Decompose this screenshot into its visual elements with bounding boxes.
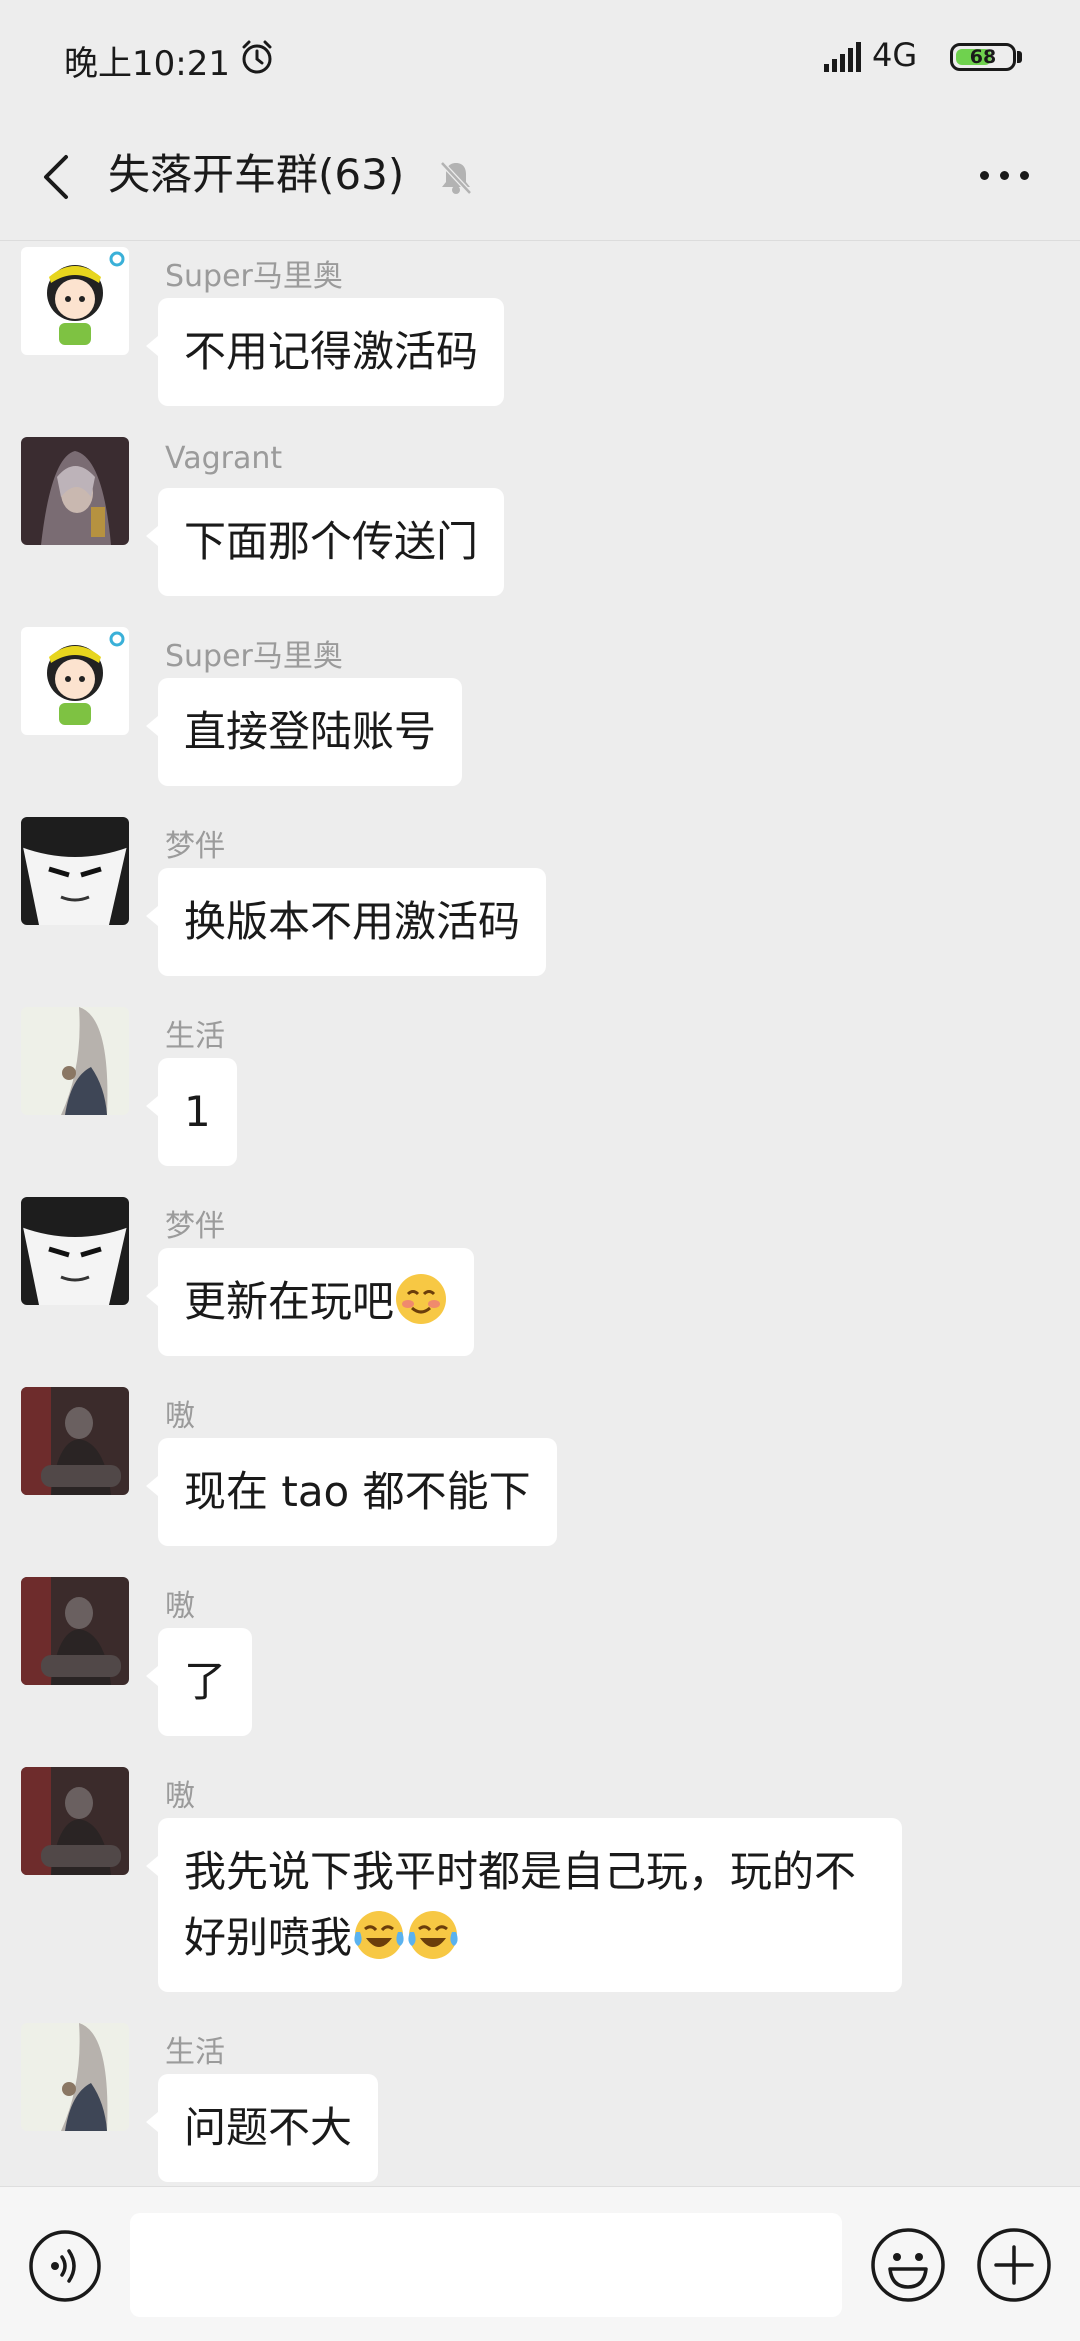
- sender-name: Vagrant: [165, 441, 283, 476]
- message-bubble[interactable]: 更新在玩吧: [145, 1248, 475, 1356]
- avatar[interactable]: [21, 1577, 129, 1685]
- muted-bell-icon: [440, 161, 472, 195]
- message-bubble[interactable]: 现在 tao 都不能下: [146, 1438, 557, 1546]
- avatar[interactable]: [21, 1007, 129, 1115]
- sender-name: 嗷: [165, 1779, 195, 1814]
- message-bubble[interactable]: 不用记得激活码: [145, 298, 505, 406]
- more-dot: [1020, 171, 1029, 180]
- sender-name: 梦伴: [165, 829, 225, 864]
- avatar[interactable]: [21, 1767, 129, 1875]
- voice-input-icon[interactable]: [28, 2229, 102, 2303]
- chat-area[interactable]: Super马里奥 不用记得激活码 Vagrant 下面那个传送门 Super马里…: [0, 241, 1080, 2185]
- chat-title: 失落开车群(63): [108, 150, 405, 199]
- avatar[interactable]: [21, 247, 129, 355]
- avatar[interactable]: [21, 1387, 129, 1495]
- message-bubble[interactable]: 我先说下我平时都是自己玩，玩的不好别喷我: [146, 1818, 902, 1992]
- battery-icon: 68: [950, 43, 1016, 71]
- sender-name: 梦伴: [165, 1209, 225, 1244]
- input-bar: [0, 2186, 1080, 2341]
- status-bar: 晚上10:21 4G 68: [0, 0, 1080, 115]
- alarm-icon: [242, 40, 272, 74]
- message-text: 更新在玩吧: [184, 1277, 395, 1326]
- message-input[interactable]: [130, 2213, 842, 2317]
- sender-name: 生活: [165, 1019, 225, 1054]
- avatar[interactable]: [21, 817, 129, 925]
- tears-of-joy-icon: [354, 1911, 404, 1959]
- message-bubble[interactable]: 了: [145, 1628, 253, 1736]
- signal-icon: [824, 42, 861, 72]
- message-bubble[interactable]: 直接登陆账号: [145, 678, 463, 786]
- sender-name: 嗷: [165, 1589, 195, 1624]
- chat-header: 失落开车群(63): [0, 115, 1080, 241]
- message-bubble[interactable]: 换版本不用激活码: [145, 868, 547, 976]
- sender-name: Super马里奥: [165, 639, 343, 674]
- message-bubble[interactable]: 问题不大: [145, 2074, 379, 2182]
- avatar[interactable]: [21, 1197, 129, 1305]
- back-arrow-icon[interactable]: [34, 147, 78, 207]
- message-bubble[interactable]: 1: [146, 1058, 237, 1166]
- plus-icon[interactable]: [976, 2227, 1052, 2303]
- emoji-icon[interactable]: [870, 2227, 946, 2303]
- blushing-smile-icon: [396, 1274, 447, 1324]
- tears-of-joy-icon: [408, 1911, 458, 1959]
- sender-name: 嗷: [165, 1399, 195, 1434]
- message-text: 我先说下我平时都是自己玩，玩的不好别喷我: [184, 1847, 857, 1962]
- battery-tip: [1017, 51, 1022, 63]
- avatar[interactable]: [21, 437, 129, 545]
- avatar[interactable]: [21, 2023, 129, 2131]
- status-time: 晚上10:21: [64, 44, 230, 84]
- avatar[interactable]: [21, 627, 129, 735]
- message-bubble[interactable]: 下面那个传送门: [145, 488, 505, 596]
- sender-name: 生活: [165, 2035, 225, 2070]
- more-dot: [1000, 171, 1009, 180]
- network-type: 4G: [872, 36, 918, 74]
- more-dot: [980, 171, 989, 180]
- battery-level: 68: [969, 46, 997, 68]
- sender-name: Super马里奥: [165, 259, 343, 294]
- more-options-button[interactable]: [976, 167, 1032, 187]
